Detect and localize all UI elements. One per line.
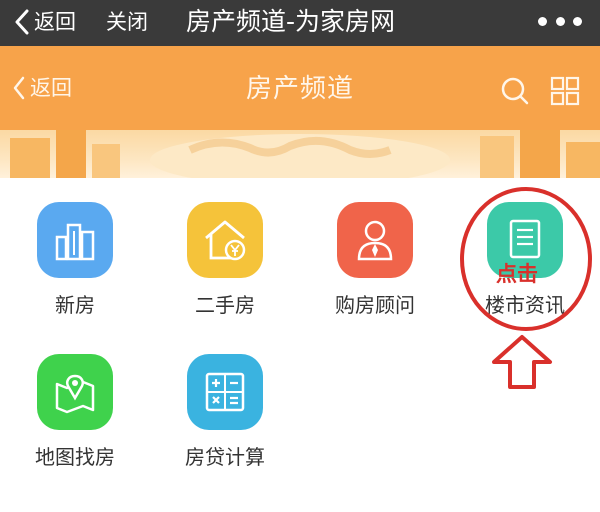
app-title-bar: 返回 关闭 房产频道-为家房网 xyxy=(0,0,600,46)
chevron-left-icon xyxy=(15,9,29,35)
topbar-close-button[interactable]: 关闭 xyxy=(106,6,148,38)
tile-advisor[interactable]: 购房顾问 xyxy=(310,178,440,318)
tile-label: 房贷计算 xyxy=(185,445,265,469)
highlight-circle xyxy=(460,187,592,331)
page-header: 返回 房产频道 xyxy=(0,46,600,130)
map-pin-icon xyxy=(37,354,113,430)
tile-label: 二手房 xyxy=(195,293,255,317)
tile-label: 购房顾问 xyxy=(335,293,415,317)
tile-label: 地图找房 xyxy=(35,445,115,469)
tile-map-search[interactable]: 地图找房 xyxy=(10,330,140,470)
search-icon[interactable] xyxy=(500,76,530,106)
buildings-icon xyxy=(37,202,113,278)
tile-mortgage-calculator[interactable]: 房贷计算 xyxy=(160,330,290,470)
calculator-icon xyxy=(187,354,263,430)
advisor-icon xyxy=(337,202,413,278)
topbar-back-label: 返回 xyxy=(34,10,76,34)
banner-image xyxy=(0,130,600,178)
topbar-back-button[interactable]: 返回 xyxy=(14,6,76,38)
house-yuan-icon xyxy=(187,202,263,278)
annotation-text: 点击 xyxy=(496,262,538,286)
tile-second-hand-house[interactable]: 二手房 xyxy=(160,178,290,318)
arrow-up-icon xyxy=(492,335,552,389)
more-dots-icon[interactable] xyxy=(538,14,582,28)
grid-icon[interactable] xyxy=(550,76,580,106)
tile-new-house[interactable]: 新房 xyxy=(10,178,140,318)
tile-label: 新房 xyxy=(55,293,95,317)
window-title: 房产频道-为家房网 xyxy=(186,7,396,36)
